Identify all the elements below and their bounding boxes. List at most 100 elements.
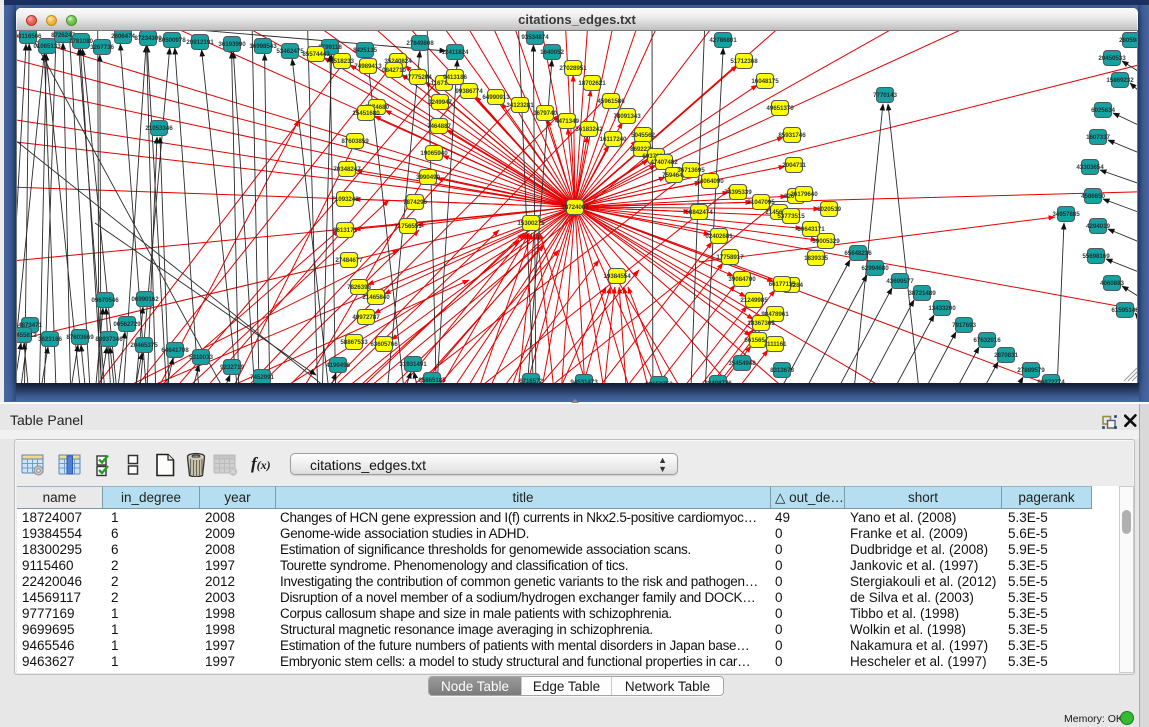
svg-text:99650752: 99650752 [645,381,673,383]
svg-text:7111161: 7111161 [764,341,787,348]
svg-text:27028951: 27028951 [559,65,587,72]
svg-text:80500978: 80500978 [158,37,186,44]
svg-text:1020539: 1020539 [817,206,841,213]
svg-text:20812191: 20812191 [186,39,214,46]
svg-text:19384554: 19384554 [603,273,631,280]
svg-text:16048175: 16048175 [751,78,779,85]
svg-text:19065940: 19065940 [420,150,448,157]
svg-text:55698169: 55698169 [1082,253,1110,260]
svg-text:02402681: 02402681 [705,233,733,240]
svg-text:78091343: 78091343 [613,113,641,120]
svg-text:05865185: 05865185 [418,377,446,383]
svg-text:3267736: 3267736 [90,44,114,51]
svg-text:21053346: 21053346 [145,125,173,132]
svg-text:18724007: 18724007 [561,204,589,211]
svg-text:4471349: 4471349 [555,118,579,125]
svg-text:13433200: 13433200 [928,305,956,312]
svg-text:1607337: 1607337 [1086,134,1110,141]
svg-text:15451680: 15451680 [352,110,380,117]
svg-text:39005329: 39005329 [812,238,840,245]
svg-text:7464887: 7464887 [427,123,451,130]
svg-text:2004711: 2004711 [782,162,806,169]
svg-text:35454948: 35454948 [728,360,756,367]
svg-text:6716572: 6716572 [519,378,543,383]
svg-text:62994680: 62994680 [861,265,889,272]
svg-text:5045562: 5045562 [631,132,655,139]
svg-text:71093248: 71093248 [331,196,359,203]
svg-text:38721489: 38721489 [908,290,936,297]
svg-text:6025634: 6025634 [1091,107,1115,114]
svg-text:20465375: 20465375 [130,342,158,349]
svg-text:44064090: 44064090 [696,178,724,185]
svg-text:64641708: 64641708 [161,347,189,354]
svg-text:71756551: 71756551 [394,223,422,230]
svg-text:74989413: 74989413 [354,63,382,70]
svg-text:87603669: 87603669 [66,334,94,341]
svg-text:43699577: 43699577 [886,278,914,285]
svg-text:67632016: 67632016 [973,337,1001,344]
svg-text:2805982: 2805982 [1119,37,1137,44]
svg-text:85931746: 85931746 [778,132,806,139]
svg-text:94531473: 94531473 [570,379,598,383]
svg-text:65648236: 65648236 [844,250,872,257]
svg-text:58842474: 58842474 [685,209,713,216]
svg-text:5310033: 5310033 [189,354,213,361]
svg-text:47407482: 47407482 [650,159,678,166]
svg-text:58867533: 58867533 [340,339,368,346]
svg-text:53773515: 53773515 [777,213,805,220]
svg-text:15869232: 15869232 [1106,77,1134,84]
svg-text:39084700: 39084700 [728,276,756,283]
svg-text:1640052: 1640052 [540,49,564,56]
svg-text:17758917: 17758917 [716,254,744,261]
svg-text:4586850: 4586850 [1081,193,1105,200]
svg-text:2606474: 2606474 [111,33,135,40]
svg-text:45961586: 45961586 [597,98,625,105]
svg-text:18367365: 18367365 [747,320,775,327]
svg-text:16998543: 16998543 [249,43,277,50]
svg-text:63605766: 63605766 [370,341,398,348]
svg-text:0842710: 0842710 [382,67,406,74]
svg-text:70348247: 70348247 [333,166,361,173]
svg-text:27484677: 27484677 [335,257,363,264]
svg-text:61595148: 61595148 [1111,307,1137,314]
svg-text:3623166: 3623166 [38,336,62,343]
svg-text:7452991: 7452991 [250,374,274,381]
svg-text:8425135: 8425135 [353,47,377,54]
svg-text:64990913: 64990913 [482,94,510,101]
svg-text:7874296: 7874296 [403,199,427,206]
svg-text:09670546: 09670546 [91,297,119,304]
svg-text:16117240: 16117240 [600,136,627,143]
svg-text:27889579: 27889579 [1017,367,1045,374]
svg-text:49972787: 49972787 [352,314,380,321]
svg-text:20450533: 20450533 [1098,55,1126,62]
svg-text:36183242: 36183242 [575,126,603,133]
svg-text:85574443: 85574443 [302,51,330,58]
svg-text:7917693: 7917693 [952,322,976,329]
svg-text:4060883: 4060883 [1100,280,1124,287]
svg-text:4294019: 4294019 [1086,223,1110,230]
svg-text:2870831: 2870831 [994,352,1018,359]
svg-text:8313678: 8313678 [770,367,794,374]
svg-text:26179640: 26179640 [790,191,818,198]
svg-text:43455812: 43455812 [16,332,37,339]
svg-text:34123281: 34123281 [506,102,534,109]
svg-text:74395339: 74395339 [724,189,752,196]
svg-text:93534874: 93534874 [521,34,549,41]
svg-text:34957885: 34957885 [1052,211,1080,218]
svg-text:06562729: 06562729 [113,321,141,328]
svg-text:1839335: 1839335 [804,255,828,262]
svg-text:99386774: 99386774 [455,88,483,95]
svg-text:06990162: 06990162 [131,296,159,303]
svg-text:15300275: 15300275 [517,220,545,227]
svg-text:51712368: 51712368 [730,58,758,65]
svg-text:87603859: 87603859 [341,138,369,145]
svg-text:88937346: 88937346 [95,336,123,343]
svg-text:18702621: 18702621 [578,80,606,87]
svg-text:36193990: 36193990 [218,41,246,48]
svg-text:12411824: 12411824 [442,49,469,56]
svg-text:0249947: 0249947 [428,99,452,106]
svg-text:7770143: 7770143 [873,92,897,99]
svg-text:53462475: 53462475 [276,48,304,55]
svg-text:50643171: 50643171 [797,226,825,233]
svg-text:27849808: 27849808 [406,40,434,47]
